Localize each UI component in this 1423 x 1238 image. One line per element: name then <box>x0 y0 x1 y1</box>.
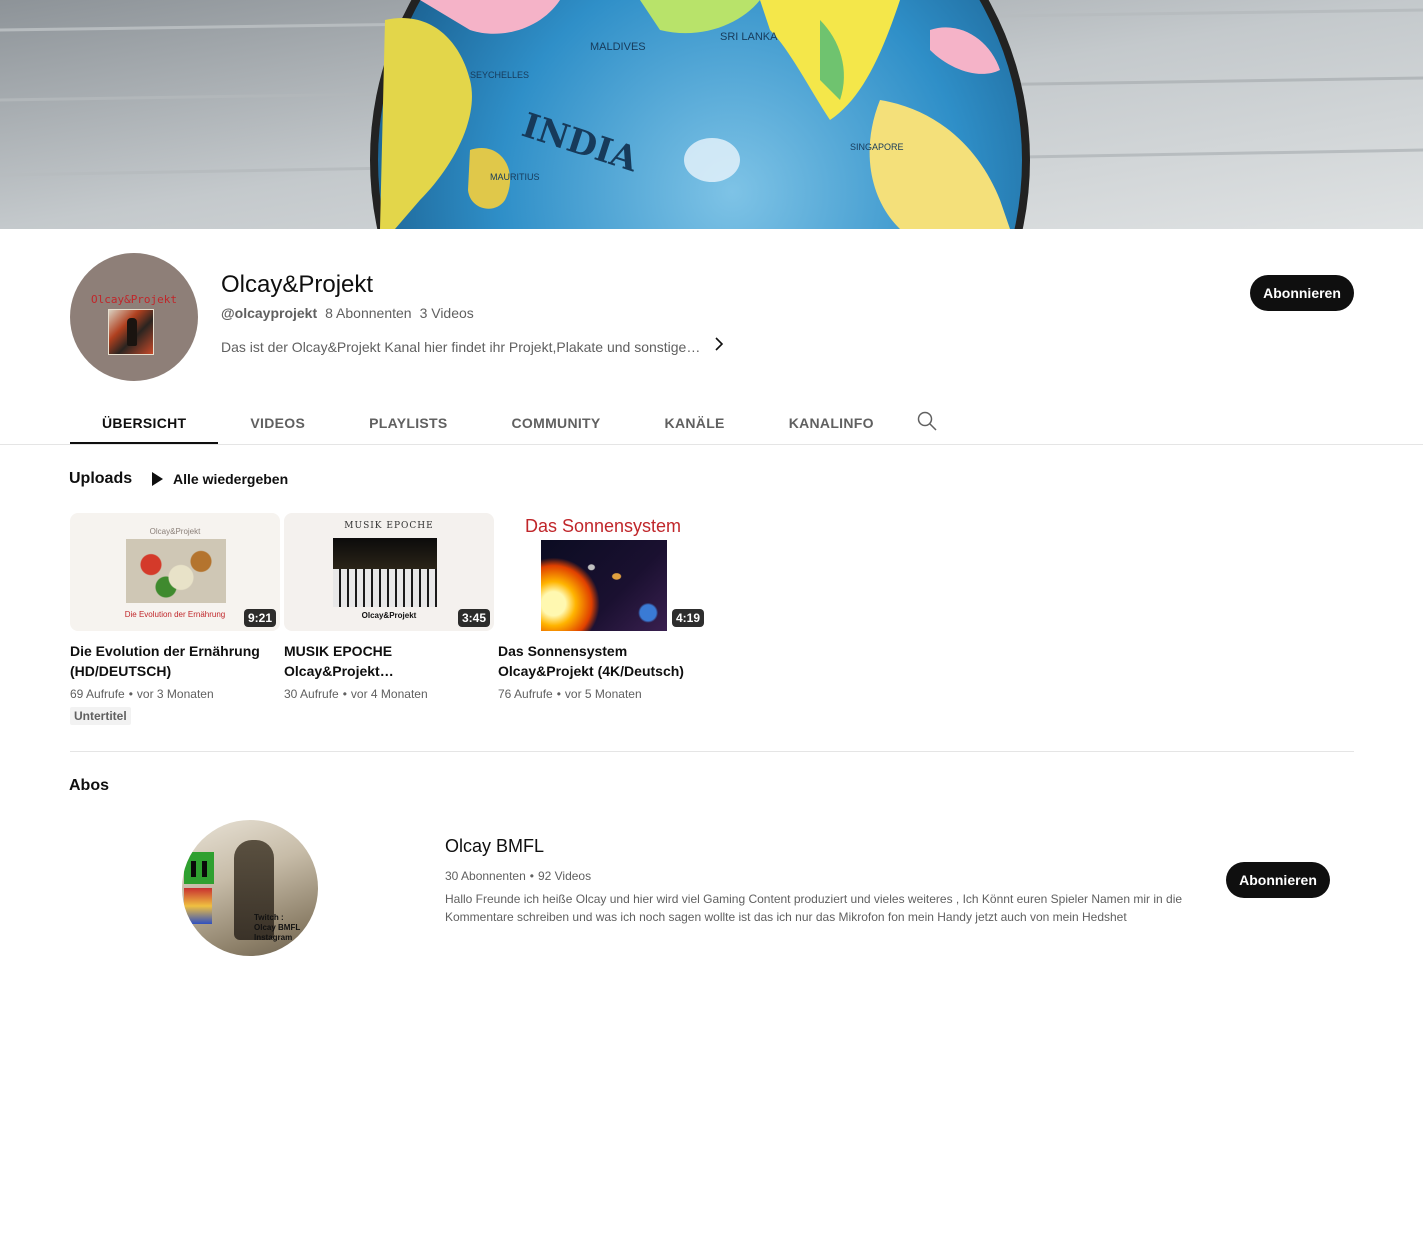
abo-channel-meta: 30 Abonnenten • 92 Videos <box>445 869 591 883</box>
avatar-overlay-text: Twitch : Olcay BMFL Instagram <box>254 913 301 942</box>
tabs-divider <box>0 444 1423 445</box>
channel-meta: @olcayprojekt 8 Abonnenten 3 Videos <box>221 305 474 321</box>
video-views: 69 Aufrufe <box>70 687 125 701</box>
thumbnail-picture <box>333 538 437 607</box>
meta-separator: • <box>556 687 561 701</box>
tab-channels[interactable]: KANÄLE <box>633 400 757 445</box>
creeper-image <box>184 852 214 884</box>
svg-text:SEYCHELLES: SEYCHELLES <box>470 70 529 80</box>
thumbnail-picture <box>541 540 667 631</box>
video-duration: 3:45 <box>457 609 490 627</box>
tab-about[interactable]: KANALINFO <box>757 400 906 445</box>
video-thumbnail[interactable]: Olcay&Projekt Die Evolution der Ernährun… <box>70 513 280 631</box>
tab-videos[interactable]: VIDEOS <box>218 400 337 445</box>
avatar-label: Olcay&Projekt <box>90 293 178 306</box>
section-divider <box>70 751 1354 752</box>
video-age: vor 3 Monaten <box>136 687 214 701</box>
tab-overview[interactable]: ÜBERSICHT <box>70 400 219 445</box>
thumbnail-picture <box>126 539 226 603</box>
video-meta: 76 Aufrufe • vor 5 Monaten <box>498 687 708 701</box>
svg-text:MAURITIUS: MAURITIUS <box>490 172 540 182</box>
channel-title: Olcay&Projekt <box>221 271 374 298</box>
video-card[interactable]: MUSIK EPOCHE Olcay&Projekt 3:45 MUSIK EP… <box>284 513 494 701</box>
svg-text:SINGAPORE: SINGAPORE <box>850 142 904 152</box>
channel-subscriber-count: 8 Abonnenten <box>325 305 412 321</box>
chevron-right-icon <box>714 337 724 356</box>
video-meta: 69 Aufrufe • vor 3 Monaten <box>70 687 280 701</box>
abo-video-count: 92 Videos <box>537 869 592 883</box>
play-all-button[interactable]: Alle wiedergeben <box>146 464 294 494</box>
video-views: 76 Aufrufe <box>498 687 553 701</box>
thumbnail-brand: Olcay&Projekt <box>149 527 201 536</box>
tab-community[interactable]: COMMUNITY <box>480 400 633 445</box>
meta-separator: • <box>128 687 133 701</box>
channel-description: Das ist der Olcay&Projekt Kanal hier fin… <box>221 338 701 355</box>
uploads-title[interactable]: Uploads <box>69 470 132 488</box>
play-all-label: Alle wiedergeben <box>173 471 289 487</box>
video-card[interactable]: Olcay&Projekt Die Evolution der Ernährun… <box>70 513 280 725</box>
video-title[interactable]: Das Sonnensystem Olcay&Projekt (4K/Deuts… <box>498 641 698 681</box>
channel-tabs: ÜBERSICHT VIDEOS PLAYLISTS COMMUNITY KAN… <box>70 400 906 445</box>
channel-video-count: 3 Videos <box>419 305 474 321</box>
subtitles-badge: Untertitel <box>70 707 131 725</box>
thumbnail-brand: Das Sonnensystem <box>524 516 682 536</box>
video-age: vor 5 Monaten <box>564 687 642 701</box>
globe-banner-image: INDIA MALDIVES SRI LANKA SEYCHELLES MAUR… <box>0 0 1423 229</box>
game-art-image <box>184 888 212 924</box>
play-icon <box>152 472 163 486</box>
video-age: vor 4 Monaten <box>350 687 428 701</box>
abo-channel-description: Hallo Freunde ich heiße Olcay und hier w… <box>445 892 1183 924</box>
meta-separator: • <box>529 869 534 883</box>
thumbnail-brand: MUSIK EPOCHE <box>344 521 434 531</box>
meta-separator: • <box>342 687 347 701</box>
search-icon[interactable] <box>916 410 938 432</box>
video-card[interactable]: Das Sonnensystem 4:19 Das Sonnensystem O… <box>498 513 708 701</box>
video-title[interactable]: Die Evolution der Ernährung (HD/DEUTSCH) <box>70 641 270 681</box>
channel-handle: @olcayprojekt <box>221 305 318 321</box>
video-title[interactable]: MUSIK EPOCHE Olcay&Projekt… <box>284 641 484 681</box>
subscribe-button[interactable]: Abonnieren <box>1250 275 1354 311</box>
video-meta: 30 Aufrufe • vor 4 Monaten <box>284 687 494 701</box>
abo-subscriber-count: 30 Abonnenten <box>445 869 526 883</box>
abo-subscribe-button[interactable]: Abonnieren <box>1226 862 1330 898</box>
video-duration: 4:19 <box>671 609 704 627</box>
video-duration: 9:21 <box>243 609 276 627</box>
svg-text:MALDIVES: MALDIVES <box>590 41 646 53</box>
abo-channel-avatar[interactable]: Twitch : Olcay BMFL Instagram <box>182 820 318 956</box>
video-views: 30 Aufrufe <box>284 687 339 701</box>
abo-channel-name[interactable]: Olcay BMFL <box>445 836 544 857</box>
tab-playlists[interactable]: PLAYLISTS <box>337 400 479 445</box>
avatar-picture <box>108 309 154 355</box>
video-thumbnail[interactable]: MUSIK EPOCHE Olcay&Projekt 3:45 <box>284 513 494 631</box>
channel-banner: INDIA MALDIVES SRI LANKA SEYCHELLES MAUR… <box>0 0 1423 229</box>
channel-description-link[interactable]: Das ist der Olcay&Projekt Kanal hier fin… <box>221 337 724 356</box>
abos-title: Abos <box>69 777 109 794</box>
channel-avatar: Olcay&Projekt <box>70 253 198 381</box>
video-thumbnail[interactable]: Das Sonnensystem 4:19 <box>498 513 708 631</box>
svg-text:SRI LANKA: SRI LANKA <box>720 31 778 43</box>
